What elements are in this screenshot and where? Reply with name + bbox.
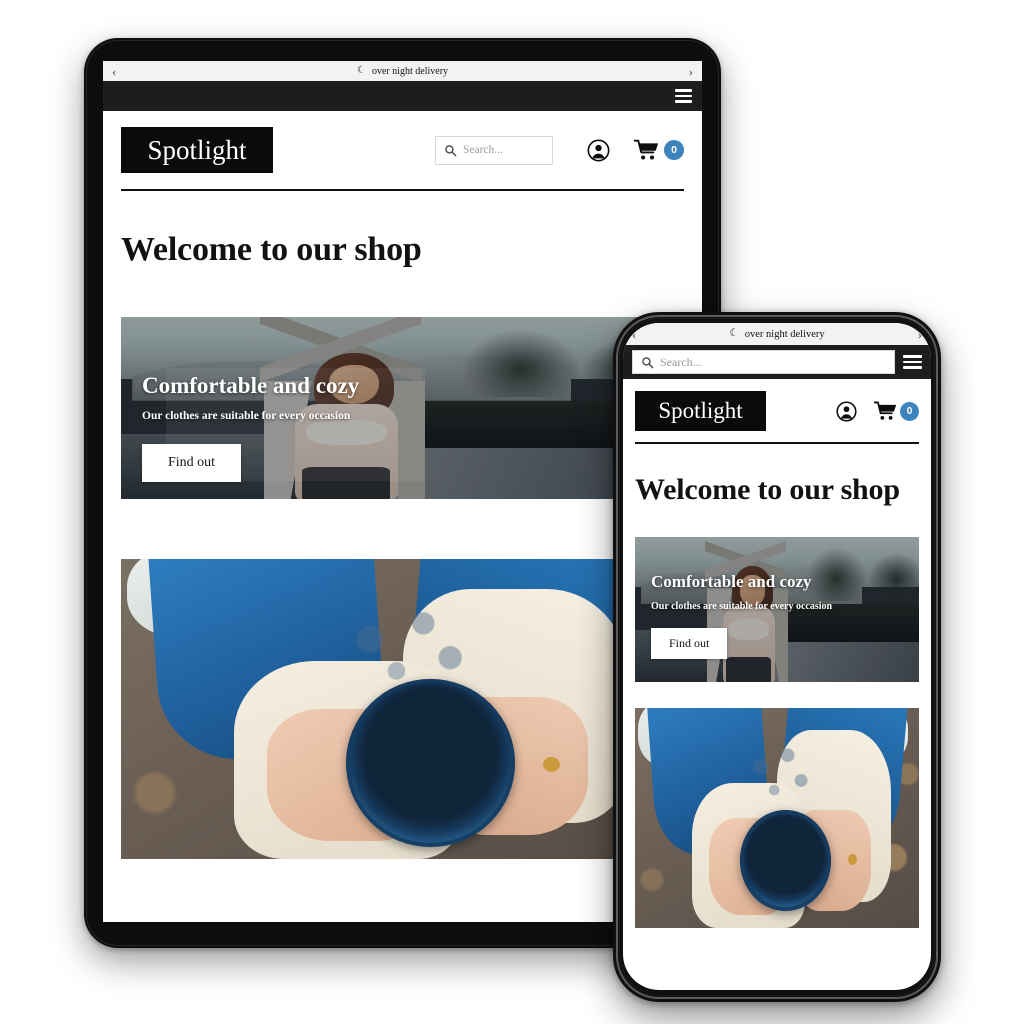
phone-hero-banner-cta-button[interactable]: Find out [651, 628, 728, 660]
phone-navbar: Search... [623, 345, 931, 379]
phone-hamburger-menu-icon[interactable] [903, 354, 922, 370]
phone-secondary-banner-image [635, 708, 919, 929]
phone-hero-banner-title: Comfortable and cozy [651, 572, 812, 592]
secondary-banner[interactable] [121, 559, 684, 860]
phone-announcement-prev-arrow[interactable]: ‹ [623, 328, 645, 341]
phone-announcement-bar: ‹ ☾ over night delivery › [623, 323, 931, 345]
phone-account-icon[interactable] [836, 400, 857, 422]
announcement-next-arrow[interactable]: › [680, 65, 702, 78]
phone-brand-logo[interactable]: Spotlight [635, 391, 766, 431]
phone-screen: ‹ ☾ over night delivery › Search... Spot… [623, 323, 931, 990]
search-icon [445, 144, 457, 156]
hamburger-menu-icon[interactable] [675, 89, 692, 103]
account-icon[interactable] [587, 139, 610, 162]
hero-banner-subtitle: Our clothes are suitable for every occas… [142, 410, 351, 423]
phone-hero-banner-subtitle: Our clothes are suitable for every occas… [651, 601, 833, 613]
hero-banner-cta-button[interactable]: Find out [142, 444, 242, 483]
phone-announcement-next-arrow[interactable]: › [909, 328, 931, 341]
preview-stage: ‹ ☾ over night delivery › Spotlight Sear… [0, 0, 1024, 1024]
phone-cart-button[interactable]: 0 [874, 401, 919, 421]
search-placeholder: Search... [463, 144, 503, 156]
phone-search-placeholder: Search... [660, 354, 702, 369]
header-divider [121, 189, 684, 191]
hero-banner-content: Comfortable and cozy Our clothes are sui… [142, 373, 360, 483]
phone-hero-banner-content: Comfortable and cozy Our clothes are sui… [651, 572, 833, 660]
brand-logo[interactable]: Spotlight [121, 127, 273, 173]
announcement-text: over night delivery [371, 65, 449, 77]
tablet-logo-row: Spotlight Search... 0 [103, 111, 702, 173]
cart-button[interactable]: 0 [634, 139, 684, 161]
moon-icon: ☾ [356, 65, 366, 76]
announcement-prev-arrow[interactable]: ‹ [103, 65, 125, 78]
phone-hero-banner[interactable]: Comfortable and cozy Our clothes are sui… [635, 537, 919, 683]
phone-header-divider [635, 442, 919, 444]
tablet-header-icons: 0 [587, 139, 684, 162]
phone-announcement-message: ☾ over night delivery [645, 327, 908, 340]
phone-moon-icon: ☾ [729, 327, 739, 339]
secondary-banner-image [121, 559, 684, 860]
phone-device-frame: ‹ ☾ over night delivery › Search... Spot… [613, 312, 941, 1002]
phone-cart-count-badge: 0 [900, 401, 919, 421]
phone-page-title: Welcome to our shop [635, 473, 900, 506]
phone-logo-row: Spotlight 0 [623, 379, 931, 431]
phone-cart-icon [874, 401, 897, 420]
tablet-navbar [103, 81, 702, 111]
phone-search-icon [642, 356, 654, 368]
phone-search-input[interactable]: Search... [632, 350, 895, 374]
page-title: Welcome to our shop [121, 231, 422, 268]
announcement-message: ☾ over night delivery [125, 66, 679, 77]
cart-icon [634, 139, 659, 160]
phone-header-icons: 0 [836, 400, 919, 422]
hero-banner-title: Comfortable and cozy [142, 373, 360, 399]
announcement-bar: ‹ ☾ over night delivery › [103, 61, 702, 81]
phone-secondary-banner[interactable] [635, 708, 919, 929]
phone-announcement-text: over night delivery [744, 328, 825, 340]
hero-banner[interactable]: Comfortable and cozy Our clothes are sui… [121, 317, 684, 500]
cart-count-badge: 0 [664, 140, 684, 160]
search-input[interactable]: Search... [435, 135, 553, 165]
